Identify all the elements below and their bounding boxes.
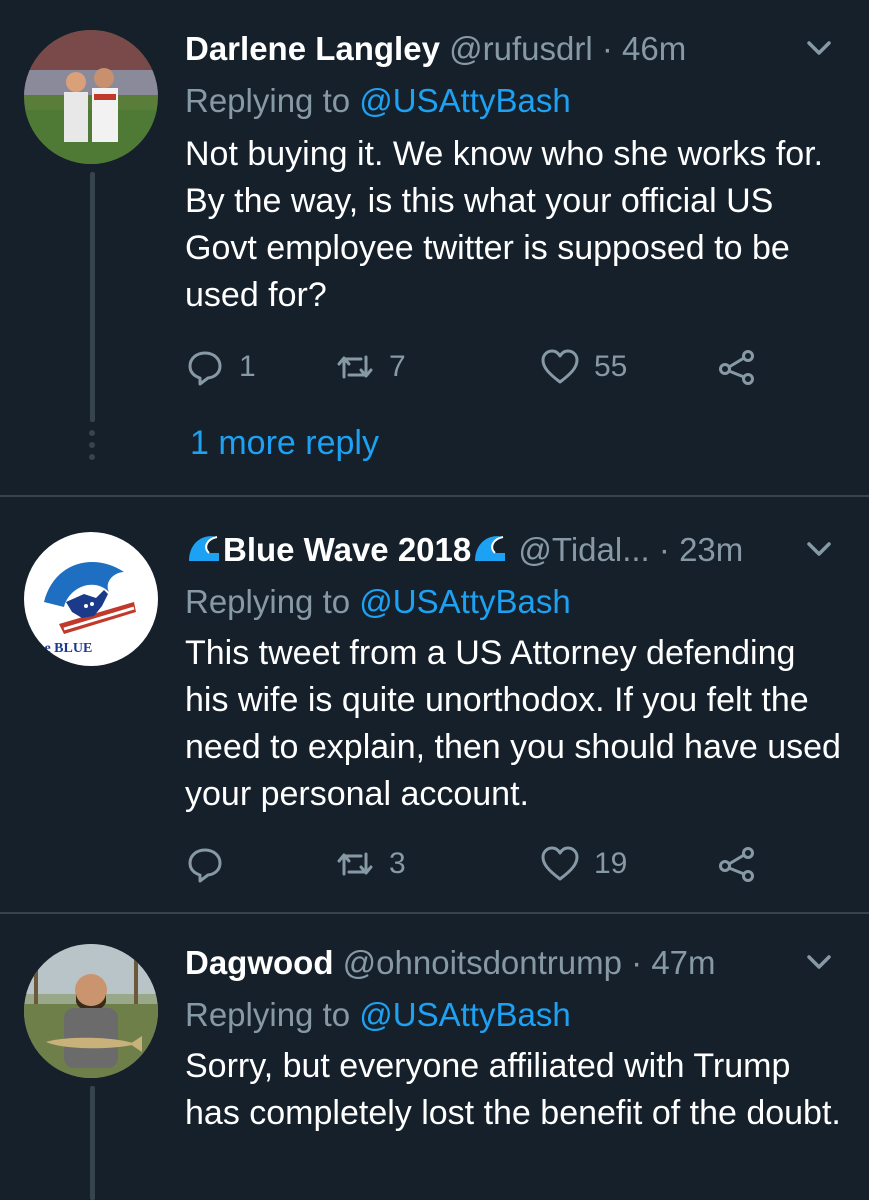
retweet-icon bbox=[337, 355, 373, 379]
replying-label: Replying to bbox=[185, 82, 360, 119]
tweet-header: Dagwood @ohnoitsdontrump · 47m bbox=[185, 940, 839, 986]
reply-button[interactable] bbox=[185, 839, 239, 889]
retweet-icon bbox=[337, 852, 373, 876]
share-icon bbox=[719, 350, 754, 385]
like-icon bbox=[541, 846, 579, 881]
reply-icon bbox=[188, 351, 222, 386]
share-icon bbox=[719, 847, 754, 882]
tweet-text: Sorry, but everyone affiliated with Trum… bbox=[185, 1047, 841, 1132]
like-button[interactable]: 19 bbox=[540, 839, 627, 889]
replying-to: Replying to @USAttyBash bbox=[185, 992, 571, 1038]
tweet-dagwood[interactable]: Dagwood @ohnoitsdontrump · 47m Replying … bbox=[0, 914, 869, 1200]
tweet-bluewave[interactable]: the BLUE Blue Wave 2018 @Tidal... · 23m … bbox=[0, 497, 869, 912]
avatar[interactable]: the BLUE bbox=[24, 532, 158, 666]
avatar[interactable] bbox=[24, 30, 158, 164]
reply-icon bbox=[188, 848, 222, 883]
tweet-darlene[interactable]: Darlene Langley @rufusdrl · 46m Replying… bbox=[0, 0, 869, 496]
like-count: 55 bbox=[594, 350, 628, 383]
tweet-header: Darlene Langley @rufusdrl · 46m bbox=[185, 26, 839, 72]
share-button[interactable] bbox=[717, 342, 757, 392]
share-button[interactable] bbox=[717, 839, 757, 889]
more-replies-link[interactable]: 1 more reply bbox=[190, 420, 379, 466]
tweet-text: Not buying it. We know who she works for… bbox=[185, 135, 824, 314]
reply-count: 1 bbox=[239, 350, 256, 383]
tweet-actions: 3 19 bbox=[185, 839, 785, 889]
timestamp[interactable]: · 23m bbox=[659, 531, 743, 568]
timestamp[interactable]: · 47m bbox=[631, 944, 715, 981]
tweet-actions: 1 7 55 bbox=[185, 342, 785, 392]
chevron-down-icon[interactable] bbox=[799, 529, 839, 569]
mention-link[interactable]: @USAttyBash bbox=[359, 82, 570, 119]
like-button[interactable]: 55 bbox=[540, 342, 627, 392]
like-icon bbox=[541, 349, 579, 384]
display-name[interactable]: Blue Wave 2018 bbox=[223, 531, 471, 568]
timestamp[interactable]: · 46m bbox=[602, 30, 686, 67]
retweet-count: 3 bbox=[389, 847, 406, 880]
chevron-down-icon[interactable] bbox=[799, 942, 839, 982]
avatar-logo-text: the BLUE bbox=[32, 641, 92, 656]
replying-label: Replying to bbox=[185, 996, 360, 1033]
more-replies-dots bbox=[88, 430, 96, 466]
wave-emoji-icon bbox=[189, 536, 219, 561]
display-name[interactable]: Dagwood bbox=[185, 944, 333, 981]
retweet-count: 7 bbox=[389, 350, 406, 383]
thread-line bbox=[90, 172, 95, 422]
replying-label: Replying to bbox=[185, 583, 360, 620]
wave-emoji-icon bbox=[475, 536, 506, 561]
chevron-down-icon[interactable] bbox=[799, 28, 839, 68]
like-count: 19 bbox=[594, 847, 628, 880]
reply-button[interactable]: 1 bbox=[185, 342, 256, 392]
user-handle[interactable]: @Tidal... bbox=[518, 531, 649, 568]
thread-line bbox=[90, 1086, 95, 1200]
tweet-text: This tweet from a US Attorney defending … bbox=[185, 634, 841, 813]
user-handle[interactable]: @ohnoitsdontrump bbox=[343, 944, 622, 981]
display-name[interactable]: Darlene Langley bbox=[185, 30, 440, 67]
avatar[interactable] bbox=[24, 944, 158, 1078]
retweet-button[interactable]: 7 bbox=[335, 342, 406, 392]
replying-to: Replying to @USAttyBash bbox=[185, 78, 571, 124]
mention-link[interactable]: @USAttyBash bbox=[359, 996, 570, 1033]
retweet-button[interactable]: 3 bbox=[335, 839, 406, 889]
mention-link[interactable]: @USAttyBash bbox=[359, 583, 570, 620]
user-handle[interactable]: @rufusdrl bbox=[449, 30, 593, 67]
replying-to: Replying to @USAttyBash bbox=[185, 579, 571, 625]
tweet-header: Blue Wave 2018 @Tidal... · 23m bbox=[185, 527, 839, 573]
